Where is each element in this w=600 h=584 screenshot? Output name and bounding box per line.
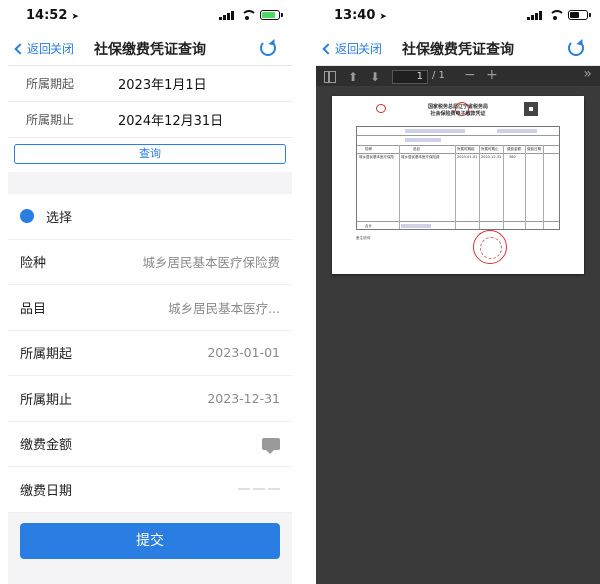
status-bar: 14:52 ➤ [8,0,292,32]
filter-label: 所属期止 [26,113,75,127]
cell: 城乡居民基本医疗保险费 [401,155,440,159]
wifi-icon [548,10,565,20]
refresh-icon[interactable] [568,40,584,56]
radio-selected-icon[interactable] [20,209,34,224]
query-section: 查询 [8,138,292,172]
left-phone-screen: 14:52 ➤ 返回 关闭 社保缴费凭证查询 所属期起 2023年1月1日 所属期… [8,0,292,584]
submit-button[interactable]: 提交 [20,522,280,559]
location-icon: ➤ [71,12,79,22]
cell: 城乡居民基本医疗保险 [359,155,394,159]
detail-label: 所属期止 [20,392,73,408]
result-card: 选择 险种 城乡居民基本医疗保险费 品目 城乡居民基本医疗... 所属期起 20… [8,194,292,513]
signal-icon [527,10,542,20]
official-seal-icon [473,230,507,264]
status-bar: 13:40 ➤ [316,0,600,32]
col-header: 缴费金额 [507,147,521,151]
redacted-date [238,488,280,491]
arrow-down-icon[interactable]: ⬇ [370,70,380,84]
zoom-in-icon[interactable]: + [486,68,498,82]
period-end-filter[interactable]: 所属期止 2024年12月31日 [8,102,292,138]
pdf-table: 险种 品目 所属时期起 所属时期止 缴费金额 缴费日期 城乡居民基本医疗保险 城… [356,126,560,230]
section-gap [8,172,292,194]
qr-code-icon [524,102,538,116]
battery-icon [260,10,283,20]
navigation-bar: 返回 关闭 社保缴费凭证查询 [316,32,600,66]
location-icon: ➤ [379,12,387,22]
detail-label: 所属期起 [20,347,73,363]
right-phone-screen: 13:40 ➤ 返回 关闭 社保缴费凭证查询 ⬆ ⬇ 1 / 1 − + » 国家… [316,0,600,584]
pdf-toolbar: ⬆ ⬇ 1 / 1 − + » [316,66,600,88]
page-number-input[interactable]: 1 [392,70,428,84]
detail-value: 2023-12-31 [207,390,280,406]
pdf-viewer[interactable]: 国家税务总局辽宁省税务局 社会保险费电子缴款凭证 险种 品目 所属时期起 所属时… [316,86,600,584]
page-total: / 1 [432,70,445,81]
detail-row-amount: 缴费金额 [8,422,292,467]
period-start-value[interactable]: 2023年1月1日 [118,74,292,93]
detail-row-pay-date: 缴费日期 [8,467,292,513]
col-header: 缴费日期 [527,147,541,151]
detail-label: 缴费金额 [20,438,73,454]
period-start-filter[interactable]: 所属期起 2023年1月1日 [8,66,292,102]
cell: 380 [509,155,516,159]
page-title: 社保缴费凭证查询 [94,42,206,58]
detail-row-period-start: 所属期起 2023-01-01 [8,331,292,376]
status-time: 14:52 ➤ [26,8,79,23]
select-row[interactable]: 选择 [8,194,292,240]
col-header: 险种 [365,147,372,151]
detail-value: 城乡居民基本医疗保险费 [142,255,280,271]
pdf-title: 国家税务总局辽宁省税务局 社会保险费电子缴款凭证 [427,104,488,117]
pdf-page: 国家税务总局辽宁省税务局 社会保险费电子缴款凭证 险种 品目 所属时期起 所属时… [332,96,584,274]
detail-row-period-end: 所属期止 2023-12-31 [8,376,292,422]
refresh-icon[interactable] [260,40,276,56]
detail-value: 城乡居民基本医疗... [168,300,280,316]
arrow-up-icon[interactable]: ⬆ [348,70,358,84]
select-label: 选择 [46,210,73,226]
detail-label: 险种 [20,256,47,272]
detail-label: 品目 [20,301,47,317]
total-label: 合计 [365,224,372,228]
submit-area: 提交 [8,512,292,559]
battery-icon [568,10,591,20]
period-end-value[interactable]: 2024年12月31日 [118,110,292,129]
pdf-note: 备注说明： [356,236,374,240]
col-header: 品目 [413,147,420,151]
detail-label: 缴费日期 [20,483,73,499]
zoom-out-icon[interactable]: − [464,68,476,82]
navigation-bar: 返回 关闭 社保缴费凭证查询 [8,32,292,66]
col-header: 所属时期起 [457,147,475,151]
detail-row-insurance-type: 险种 城乡居民基本医疗保险费 [8,240,292,285]
wifi-icon [240,10,257,20]
signal-icon [219,10,234,20]
cell: 2023-12-31 [481,155,502,159]
col-header: 所属时期止 [481,147,499,151]
sidebar-toggle-icon[interactable] [324,71,336,83]
page-title: 社保缴费凭证查询 [402,42,514,58]
cell: 2023-01-01 [457,155,478,159]
filter-label: 所属期起 [26,77,75,91]
query-button[interactable]: 查询 [14,144,286,164]
detail-value: 2023-01-01 [207,345,280,361]
status-time: 13:40 ➤ [334,8,387,23]
detail-row-item: 品目 城乡居民基本医疗... [8,285,292,331]
more-tools-icon[interactable]: » [583,67,592,81]
redacted-amount-icon [262,437,280,454]
